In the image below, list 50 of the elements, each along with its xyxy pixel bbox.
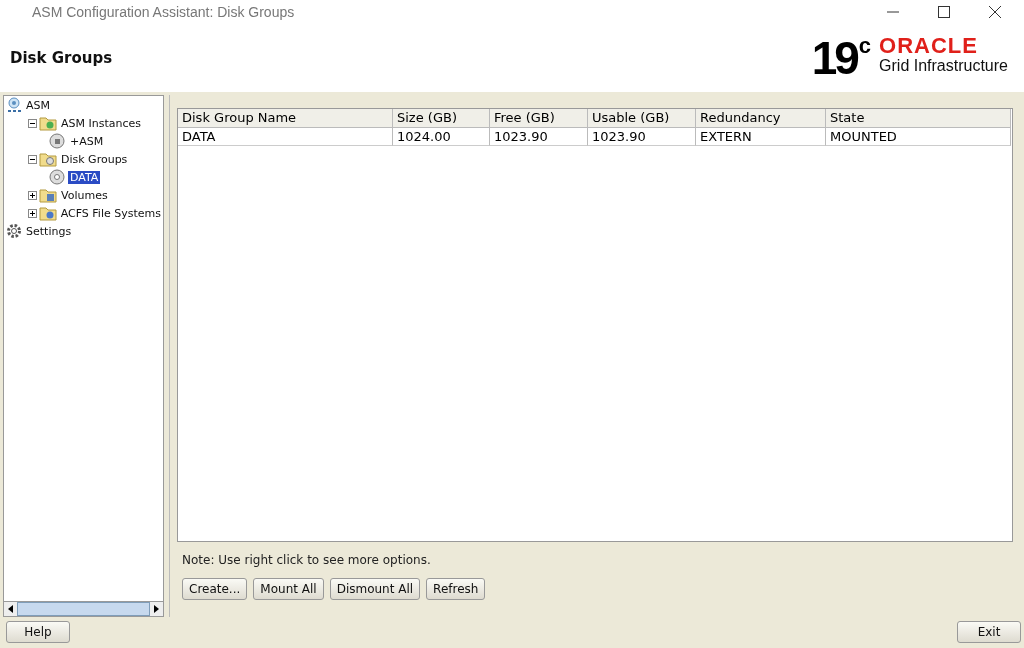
- action-button[interactable]: Refresh: [426, 578, 486, 600]
- disk-icon: [48, 133, 66, 149]
- expander-icon[interactable]: [28, 208, 37, 218]
- version-mark: c: [858, 35, 872, 57]
- action-button[interactable]: Dismount All: [329, 578, 421, 600]
- tree-item[interactable]: +ASM: [68, 134, 106, 148]
- version-number: 19: [811, 35, 857, 81]
- tree-item[interactable]: ASM: [24, 98, 52, 112]
- tree-item[interactable]: ACFS File Systems: [58, 206, 163, 220]
- column-header[interactable]: State: [826, 109, 1011, 128]
- maximize-icon[interactable]: [937, 5, 951, 19]
- brand-logo-text: ORACLE: [879, 35, 979, 57]
- column-header[interactable]: Size (GB): [393, 109, 490, 128]
- expander-icon[interactable]: [28, 190, 37, 200]
- table-cell: EXTERN: [696, 128, 826, 146]
- table-cell: 1023.90: [490, 128, 588, 146]
- page-title: Disk Groups: [10, 49, 113, 67]
- disk-icon: [48, 169, 66, 185]
- folder-icon: [38, 205, 57, 221]
- table-cell: 1023.90: [588, 128, 696, 146]
- table-cell: DATA: [178, 128, 393, 146]
- column-header[interactable]: Redundancy: [696, 109, 826, 128]
- table-cell: MOUNTED: [826, 128, 1011, 146]
- tree-item[interactable]: Settings: [24, 224, 74, 238]
- folder-icon: [39, 151, 57, 167]
- scroll-right-icon[interactable]: [154, 605, 159, 613]
- tree-item[interactable]: DATA: [68, 170, 101, 184]
- tree-item[interactable]: Disk Groups: [59, 152, 130, 166]
- close-icon[interactable]: [988, 5, 1002, 19]
- server-icon: [6, 97, 22, 113]
- horizontal-scrollbar[interactable]: [4, 601, 163, 616]
- table-cell: 1024.00: [393, 128, 490, 146]
- help-button[interactable]: Help: [6, 621, 70, 643]
- action-button[interactable]: Create...: [182, 578, 248, 600]
- column-header[interactable]: Usable (GB): [588, 109, 696, 128]
- exit-button[interactable]: Exit: [957, 621, 1021, 643]
- folder-icon: [39, 115, 57, 131]
- scroll-left-icon[interactable]: [8, 605, 13, 613]
- window-title: ASM Configuration Assistant: Disk Groups: [32, 4, 295, 20]
- tree-item[interactable]: ASM Instances: [59, 116, 143, 130]
- column-header[interactable]: Disk Group Name: [178, 109, 393, 128]
- expander-icon[interactable]: [28, 154, 37, 164]
- action-button[interactable]: Mount All: [253, 578, 324, 600]
- expander-icon[interactable]: [28, 118, 37, 128]
- gear-icon: [6, 223, 22, 239]
- folder-icon: [39, 187, 57, 203]
- product-name: Grid Infrastructure: [879, 57, 1008, 75]
- column-header[interactable]: Free (GB): [490, 109, 588, 128]
- tree-item[interactable]: Volumes: [59, 188, 110, 202]
- note-text: Note: Use right click to see more options.: [182, 553, 432, 567]
